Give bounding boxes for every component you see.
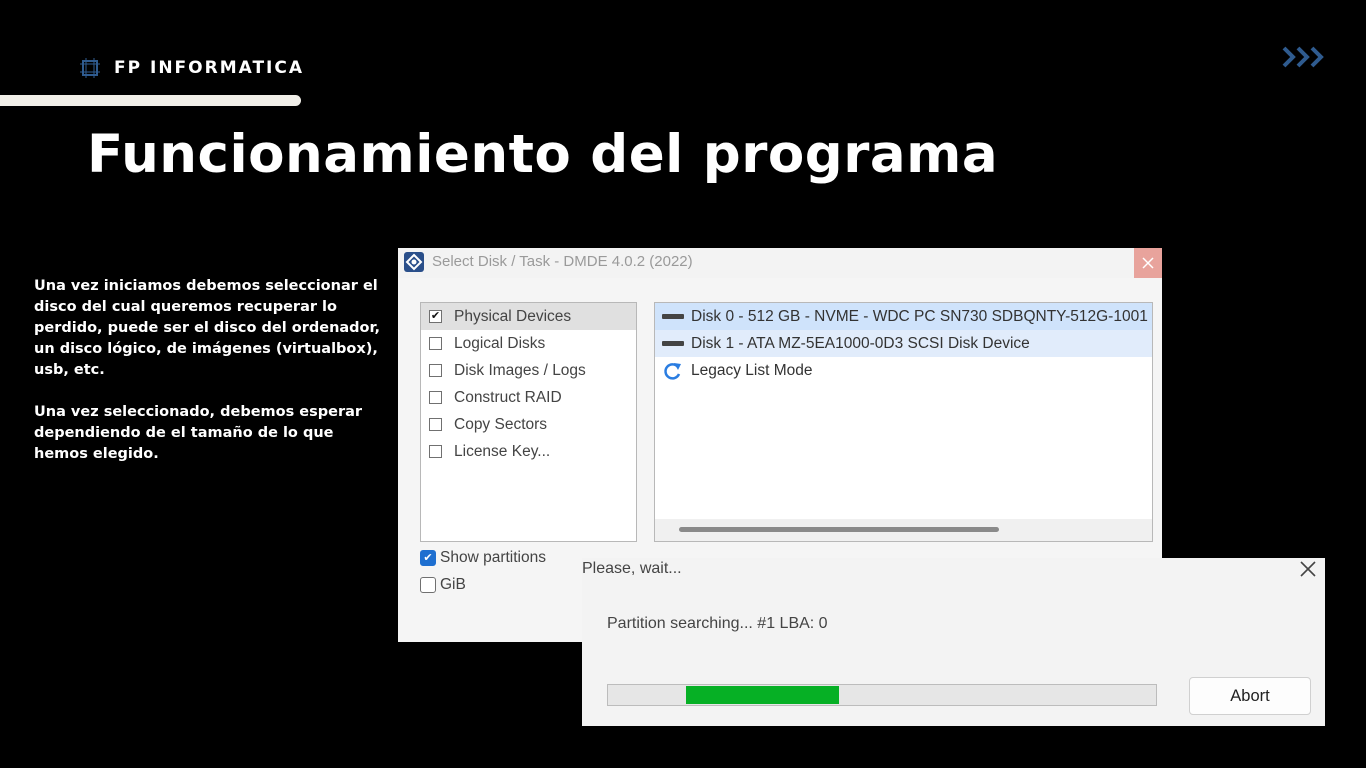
task-physical-devices[interactable]: ✔ Physical Devices [421,303,636,330]
drive-icon [662,341,684,346]
checkbox-icon[interactable] [429,418,442,431]
close-icon[interactable] [1297,558,1319,580]
checkbox-icon[interactable] [429,445,442,458]
status-text: Partition searching... #1 LBA: 0 [607,615,828,632]
task-copy-sectors[interactable]: Copy Sectors [421,411,636,438]
device-label: Disk 0 - 512 GB - NVME - WDC PC SN730 SD… [691,307,1148,325]
grid-frame-icon [80,58,100,78]
device-label: Legacy List Mode [691,361,813,379]
task-label: Copy Sectors [454,415,548,433]
paragraph-1: Una vez iniciamos debemos seleccionar el… [34,278,381,378]
slide-title: Funcionamiento del programa [87,124,999,185]
drive-icon [662,314,684,319]
task-construct-raid[interactable]: Construct RAID [421,384,636,411]
checkbox-checked-icon[interactable]: ✔ [420,550,436,566]
task-disk-images-logs[interactable]: Disk Images / Logs [421,357,636,384]
slide-description: Una vez iniciamos debemos seleccionar el… [34,276,386,486]
progress-bar [607,684,1157,706]
task-label: License Key... [454,442,551,460]
abort-button[interactable]: Abort [1189,677,1311,715]
task-label: Disk Images / Logs [454,361,586,379]
triple-chevron-right-icon [1282,46,1324,68]
task-license-key[interactable]: License Key... [421,438,636,465]
brand: FP INFORMATICA [80,57,304,79]
checkbox-icon[interactable] [429,337,442,350]
refresh-icon [664,362,681,380]
device-list: Disk 0 - 512 GB - NVME - WDC PC SN730 SD… [654,302,1153,542]
task-label: Physical Devices [454,307,572,325]
paragraph-2: Una vez seleccionado, debemos esperar de… [34,404,363,462]
dialog-title: Please, wait... [582,560,682,577]
checkbox-checked-icon[interactable]: ✔ [429,310,442,323]
brand-name: FP INFORMATICA [114,58,305,78]
checkbox-icon[interactable] [429,391,442,404]
task-logical-disks[interactable]: Logical Disks [421,330,636,357]
decorative-bar [0,95,301,106]
device-label: Disk 1 - ATA MZ-5EA1000-0D3 SCSI Disk De… [691,334,1030,352]
option-label: Show partitions [440,549,546,566]
show-partitions-option[interactable]: ✔ Show partitions [420,549,546,567]
scrollbar-thumb[interactable] [679,527,999,532]
close-icon [1142,257,1154,269]
option-label: GiB [440,576,466,593]
checkbox-icon[interactable] [429,364,442,377]
device-disk-1[interactable]: Disk 1 - ATA MZ-5EA1000-0D3 SCSI Disk De… [655,330,1152,357]
close-button[interactable] [1134,248,1162,278]
progress-fill [686,686,839,704]
window-titlebar[interactable]: Select Disk / Task - DMDE 4.0.2 (2022) [398,248,1162,278]
device-legacy-list-mode[interactable]: Legacy List Mode [655,357,1152,384]
dmde-diamond-icon [404,252,424,272]
task-label: Construct RAID [454,388,562,406]
task-list: ✔ Physical Devices Logical Disks Disk Im… [420,302,637,542]
gib-option[interactable]: GiB [420,576,466,594]
please-wait-dialog: Please, wait... Partition searching... #… [582,558,1325,726]
device-disk-0[interactable]: Disk 0 - 512 GB - NVME - WDC PC SN730 SD… [655,303,1152,330]
checkbox-icon[interactable] [420,577,436,593]
window-title: Select Disk / Task - DMDE 4.0.2 (2022) [432,253,693,270]
task-label: Logical Disks [454,334,546,352]
horizontal-scrollbar[interactable] [655,519,1152,541]
